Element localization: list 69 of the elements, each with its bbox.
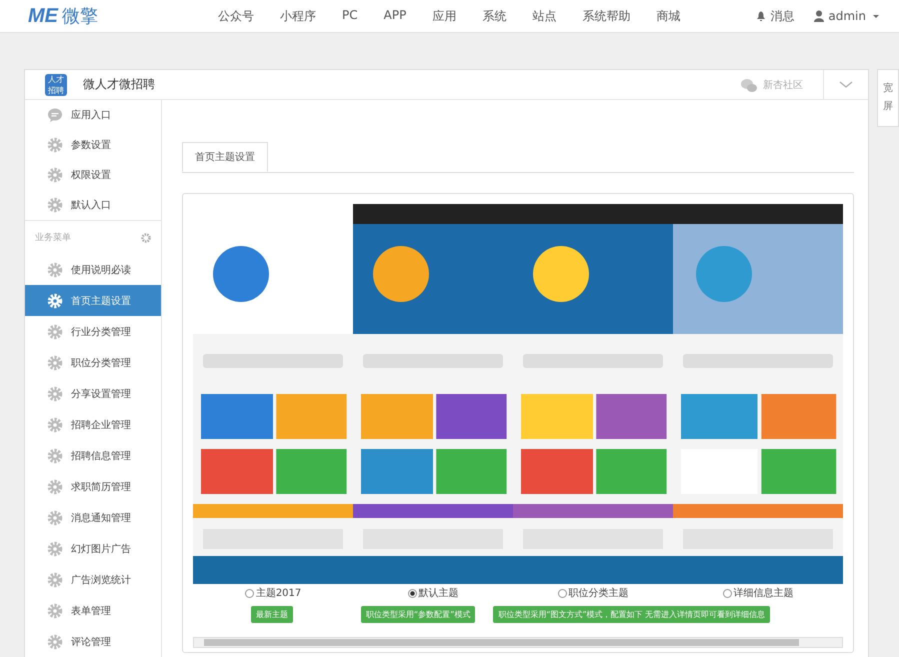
user-icon [814, 10, 824, 22]
messages-link[interactable]: 消息 [770, 8, 794, 24]
radio-button[interactable] [408, 588, 417, 598]
sidebar-item[interactable]: 使用说明必读 [25, 254, 162, 285]
theme-label: 职位类型采用“参数配置”模式 [361, 606, 476, 623]
sidebar-item[interactable]: 权限设置 [25, 160, 162, 190]
gear-icon [47, 386, 63, 402]
sidebar-item[interactable]: 分享设置管理 [25, 378, 162, 409]
sidebar-item[interactable]: 招聘信息管理 [25, 440, 162, 471]
radio-option[interactable]: 详细信息主题 [722, 586, 794, 600]
theme-label: 最新主题 [251, 606, 294, 623]
theme-label: 职位类型采用“图文方式”模式，配置如下 无需进入详情页即可看到详细信息 [493, 606, 770, 623]
nav-link[interactable]: 商城 [656, 8, 680, 24]
gear-icon [47, 634, 63, 650]
radio-button[interactable] [244, 588, 254, 598]
nav-link[interactable]: 小程序 [280, 8, 316, 24]
sidebar-item[interactable]: 参数设置 [25, 130, 162, 160]
sidebar-item[interactable]: 首页主题设置 [25, 285, 162, 316]
radio-button[interactable] [558, 588, 567, 598]
gear-icon [47, 137, 63, 153]
radio-option[interactable]: 默认主题 [408, 586, 459, 600]
radio-option[interactable]: 职位分类主题 [558, 586, 629, 600]
radio-option[interactable]: 主题2017 [244, 586, 302, 600]
user-menu[interactable]: admin [828, 9, 866, 23]
nav-link[interactable]: 系统帮助 [582, 8, 630, 24]
logo: ME [28, 4, 58, 28]
nav-link[interactable]: 公众号 [218, 8, 254, 24]
sidebar-item[interactable]: 应用入口 [25, 100, 162, 130]
gear-icon [47, 510, 63, 526]
section-title: 业务菜单 [35, 232, 71, 244]
nav-link[interactable]: 应用 [432, 8, 456, 24]
nav-link[interactable]: 系统 [482, 8, 506, 24]
bell-icon [756, 10, 766, 22]
gear-icon [47, 602, 63, 618]
gear-icon [47, 354, 63, 370]
app-logo: 人才招聘 [45, 74, 67, 96]
gear-icon [47, 478, 63, 494]
nav-link[interactable]: APP [384, 8, 406, 24]
sidebar-item[interactable]: 职位分类管理 [25, 347, 162, 378]
wide-screen-button[interactable]: 宽屏 [877, 69, 899, 127]
sidebar-item[interactable]: 求职简历管理 [25, 471, 162, 502]
sidebar-item[interactable]: 评论管理 [25, 626, 162, 657]
gear-icon [47, 292, 63, 308]
gear-icon [47, 416, 63, 432]
tab[interactable]: 首页主题设置 [182, 142, 268, 172]
gear-icon [47, 324, 63, 340]
caret-icon [873, 14, 879, 18]
logo-text: 微擎 [62, 5, 98, 28]
gear-icon [47, 167, 63, 183]
horizontal-scrollbar[interactable] [193, 637, 844, 648]
sidebar-item[interactable]: 广告浏览统计 [25, 564, 162, 595]
chat-bubble-icon [47, 107, 63, 123]
sidebar-item[interactable]: 消息通知管理 [25, 502, 162, 533]
sidebar-item[interactable]: 默认入口 [25, 190, 162, 220]
gear-icon [47, 262, 63, 278]
radio-button[interactable] [722, 588, 732, 598]
nav-link[interactable]: 站点 [532, 8, 556, 24]
gear-icon [47, 448, 63, 464]
gear-icon [47, 540, 63, 556]
gear-icon [47, 572, 63, 588]
sidebar-item[interactable]: 招聘企业管理 [25, 409, 162, 440]
gear-icon [47, 197, 63, 213]
chevron-down-icon [839, 81, 854, 88]
nav-link[interactable]: PC [342, 8, 358, 24]
gear-icon [141, 232, 152, 242]
sidebar-item[interactable]: 表单管理 [25, 595, 162, 626]
sidebar-item[interactable]: 行业分类管理 [25, 316, 162, 347]
app-title: 微人才微招聘 [83, 76, 155, 93]
sidebar-item[interactable]: 幻灯图片广告 [25, 533, 162, 564]
